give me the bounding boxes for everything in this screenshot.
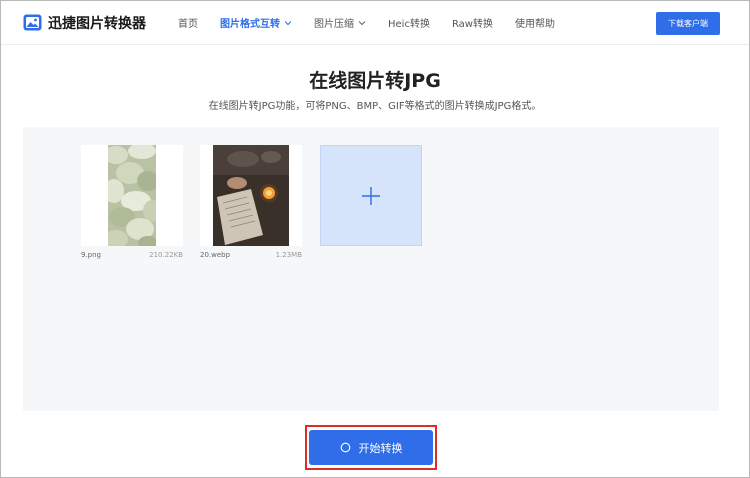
file-thumbnail[interactable] xyxy=(200,145,302,246)
add-file-button[interactable] xyxy=(320,145,422,246)
nav-item-label: Heic转换 xyxy=(388,19,430,30)
file-size: 1.23MB xyxy=(275,251,302,259)
file-preview-image xyxy=(108,145,156,246)
image-logo-icon xyxy=(23,14,42,31)
nav-item-raw[interactable]: Raw转换 xyxy=(452,1,493,45)
nav-item-heic[interactable]: Heic转换 xyxy=(388,1,430,45)
chevron-down-icon xyxy=(284,20,292,25)
nav-item-label: Raw转换 xyxy=(451,19,493,30)
file-name: 9.png xyxy=(81,251,102,259)
nav-item-help[interactable]: 使用帮助 xyxy=(515,1,555,45)
start-convert-button[interactable]: 开始转换 xyxy=(309,430,433,465)
nav-item-label: 使用帮助 xyxy=(515,19,555,30)
download-client-button[interactable]: 下载客户端 xyxy=(656,12,720,35)
start-button-label: 开始转换 xyxy=(358,441,403,455)
file-size: 210.22KB xyxy=(149,251,183,259)
nav-item-label: 图片压缩 xyxy=(314,19,354,30)
nav-item-label: 图片格式互转 xyxy=(220,19,280,30)
plus-icon xyxy=(362,186,380,205)
nav-item-home[interactable]: 首页 xyxy=(178,1,198,45)
nav-item-label: 首页 xyxy=(178,19,198,30)
top-header: 迅捷图片转换器 首页 图片格式互转 图片压缩 Heic转换 Raw转换 使用帮助… xyxy=(1,1,749,45)
file-thumbnail[interactable] xyxy=(81,145,183,246)
file-name: 20.webp xyxy=(200,251,231,259)
page-subtitle: 在线图片转JPG功能，可将PNG、BMP、GIF等格式的图片转换成JPG格式。 xyxy=(208,101,542,112)
nav-item-compress[interactable]: 图片压缩 xyxy=(314,1,366,45)
main-nav: 首页 图片格式互转 图片压缩 Heic转换 Raw转换 使用帮助 xyxy=(178,1,577,45)
page-title: 在线图片转JPG xyxy=(309,70,441,92)
brand-logo[interactable]: 迅捷图片转换器 xyxy=(23,13,153,33)
loading-ring-icon xyxy=(340,442,350,453)
brand-name: 迅捷图片转换器 xyxy=(48,15,146,32)
chevron-down-icon xyxy=(358,20,366,25)
nav-item-format-convert[interactable]: 图片格式互转 xyxy=(220,1,292,45)
file-preview-image xyxy=(213,145,289,246)
